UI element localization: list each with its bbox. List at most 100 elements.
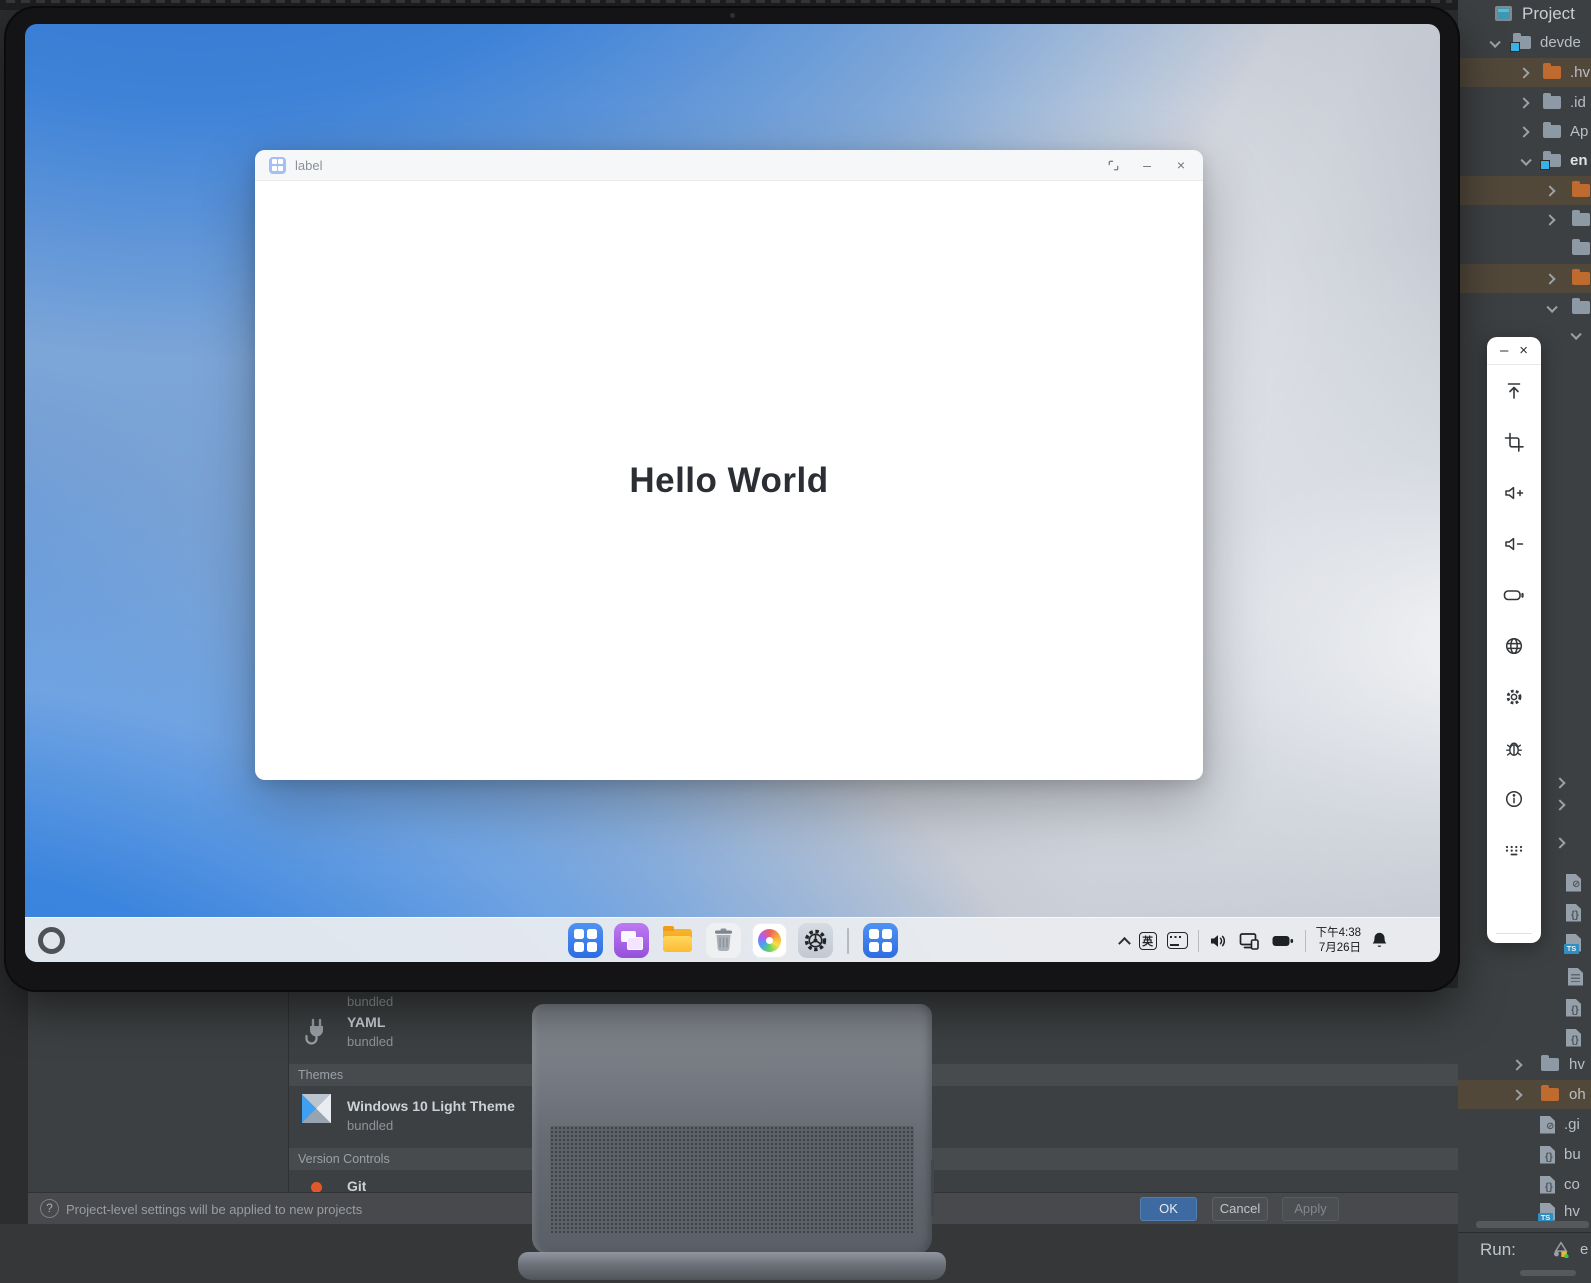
emulator-toolbar: – × [1487,337,1541,943]
volume-down-icon[interactable] [1494,518,1534,569]
theme-status: bundled [347,1118,394,1133]
ok-button[interactable]: OK [1140,1197,1197,1221]
close-icon[interactable]: × [1171,155,1191,175]
debug-bug-icon[interactable] [1494,722,1534,773]
chevron-right-icon[interactable] [1511,1058,1523,1071]
start-launcher-button[interactable] [38,927,65,954]
virtual-keypad-icon[interactable] [1494,824,1534,875]
display-cast-icon[interactable] [1239,932,1261,950]
fullscreen-icon[interactable] [1103,155,1123,175]
module-folder-icon [1510,33,1531,52]
plugin-status-truncated: bundled [347,994,394,1009]
chevron-right-icon[interactable] [1554,776,1566,789]
tree-row[interactable] [1458,205,1591,234]
plugin-name[interactable]: YAML [347,1014,385,1030]
files-icon[interactable] [660,923,695,958]
chevron-right-icon[interactable] [1518,125,1530,138]
run-configuration-icon [1554,1241,1569,1258]
tray-expand-icon[interactable] [1117,936,1131,950]
tree-row-hvigor-folder[interactable]: hv [1458,1050,1591,1079]
tree-row-gitignore[interactable]: ⊘ .gi [1458,1110,1591,1139]
upload-to-top-icon[interactable] [1494,365,1534,416]
tray-separator [1197,929,1199,952]
tree-row-codelinter[interactable]: {} co [1458,1170,1591,1199]
tree-row-entry[interactable]: en [1458,146,1591,175]
run-panel: Run: e [1458,1232,1591,1266]
monitor-stand-base [518,1252,946,1280]
chevron-down-icon[interactable] [1570,328,1582,340]
battery-icon[interactable] [1271,932,1295,950]
theme-name[interactable]: Windows 10 Light Theme [347,1098,515,1114]
chevron-down-icon[interactable] [1546,301,1558,313]
running-app-icon[interactable] [862,923,898,958]
chevron-right-icon[interactable] [1544,184,1556,197]
ime-language-icon[interactable]: 英 [1138,931,1157,950]
chevron-right-icon[interactable] [1544,272,1556,285]
tree-row[interactable] [1458,293,1591,322]
app-window-titlebar[interactable]: label – × [255,150,1203,181]
screenshot-crop-icon[interactable] [1494,416,1534,467]
settings-icon[interactable] [797,923,833,958]
tree-row-appscope[interactable]: Ap [1458,117,1591,146]
help-icon[interactable]: ? [40,1199,59,1218]
project-panel-header[interactable]: Project [1458,0,1591,27]
clock-date: 7月26日 [1318,941,1361,954]
project-tool-window-icon [1495,6,1512,21]
monitor-stand [532,1004,934,1254]
scrollbar-thumb[interactable] [1520,1270,1576,1276]
minimize-icon[interactable]: – [1137,155,1157,175]
emulator-screen: label – × Hello World 英 下午4:38 7月26日 [25,24,1440,962]
chevron-down-icon[interactable] [1489,36,1501,48]
info-icon[interactable] [1494,773,1534,824]
toolbar-drag-handle[interactable] [1496,933,1532,934]
chevron-right-icon[interactable] [1554,798,1566,811]
multitask-icon[interactable] [613,923,649,958]
tree-row[interactable] [1458,234,1591,263]
tree-row-file[interactable]: {} [1458,1023,1591,1052]
speaker-grille [550,1126,914,1234]
project-panel-title: Project [1522,3,1575,23]
network-globe-icon[interactable] [1494,620,1534,671]
app-window[interactable]: label – × Hello World [255,150,1203,780]
clock[interactable]: 下午4:38 7月26日 [1316,926,1361,956]
settings-gear-icon[interactable] [1494,671,1534,722]
volume-up-icon[interactable] [1494,467,1534,518]
app-launcher-icon[interactable] [567,923,603,958]
chevron-down-icon[interactable] [1520,154,1532,166]
notification-bell-icon[interactable] [1371,931,1388,950]
tree-row-buildprofile[interactable]: {} bu [1458,1140,1591,1169]
apply-button[interactable]: Apply [1282,1197,1339,1221]
chevron-right-icon[interactable] [1518,66,1530,79]
toolbar-close-icon[interactable]: × [1519,343,1528,358]
cancel-button[interactable]: Cancel [1212,1197,1268,1221]
chevron-right-icon[interactable] [1518,96,1530,109]
chevron-right-icon[interactable] [1554,836,1566,849]
tree-row-devdemo[interactable]: devde [1458,28,1591,57]
plugin-status: bundled [347,1034,394,1049]
keyboard-icon[interactable] [1166,932,1188,949]
desktop-root: Project devde .hv .id Ap en ⊘ {} TS {} {… [0,0,1591,1283]
emulator-monitor: label – × Hello World 英 下午4:38 7月26日 [6,8,1458,990]
tree-row-file[interactable] [1458,962,1591,991]
chevron-right-icon[interactable] [1544,213,1556,226]
tree-row-ohmodules[interactable]: oh [1458,1080,1591,1109]
run-config-name: e [1580,1241,1589,1258]
git-plugin-name[interactable]: Git [347,1178,366,1192]
trash-icon[interactable] [705,923,741,958]
battery-icon[interactable] [1494,569,1534,620]
tree-row[interactable] [1458,176,1591,205]
excluded-folder-icon [1572,269,1590,285]
tree-row-hvigor[interactable]: .hv [1458,58,1591,87]
stand-power-button [931,1160,934,1216]
tree-row-idea[interactable]: .id [1458,88,1591,117]
clock-time: 下午4:38 [1315,926,1361,939]
folder-icon [1572,239,1590,255]
toolbar-minimize-icon[interactable]: – [1500,343,1508,358]
volume-icon[interactable] [1209,932,1229,950]
gallery-icon[interactable] [751,923,787,958]
chevron-right-icon[interactable] [1511,1088,1523,1101]
horizontal-scrollbar[interactable] [1476,1221,1589,1228]
tree-row[interactable] [1458,264,1591,293]
tree-row-file[interactable]: {} [1458,993,1591,1022]
excluded-folder-icon [1543,63,1561,79]
